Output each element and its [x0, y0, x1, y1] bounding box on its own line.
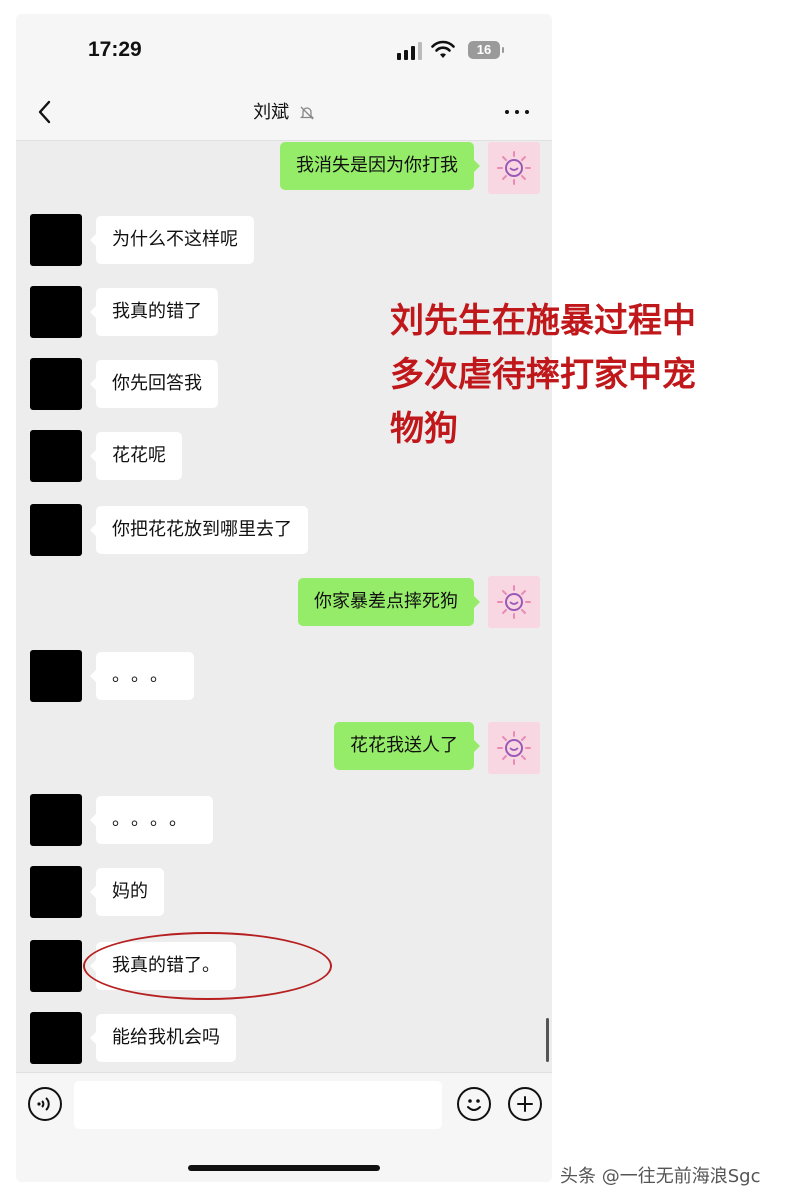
contact-avatar[interactable]	[30, 940, 82, 992]
annotation-line: 刘先生在施暴过程中	[390, 301, 696, 341]
home-indicator	[188, 1165, 380, 1171]
sun-avatar-icon[interactable]	[488, 142, 540, 194]
annotation-line: 物狗	[390, 409, 458, 449]
contact-avatar[interactable]	[30, 214, 82, 266]
contact-avatar[interactable]	[30, 358, 82, 410]
cellular-signal-icon	[397, 42, 423, 60]
message-bubble-out[interactable]: 我消失是因为你打我	[280, 142, 480, 190]
message-bubble-in[interactable]: 你把花花放到哪里去了	[90, 506, 308, 554]
emoji-icon[interactable]	[457, 1087, 491, 1121]
status-time: 17:29	[88, 38, 142, 61]
status-bar: 17:29 16	[16, 14, 552, 84]
wifi-icon	[431, 40, 455, 58]
annotation-line: 多次虐待摔打家中宠	[390, 355, 696, 395]
scrollbar[interactable]	[546, 1018, 549, 1062]
message-bubble-in[interactable]: 我真的错了	[90, 288, 218, 336]
add-attachment-icon[interactable]	[508, 1087, 542, 1121]
message-bubble-in[interactable]: 。。。	[90, 652, 194, 700]
sun-avatar-icon[interactable]	[488, 722, 540, 774]
chat-title: 刘斌	[253, 102, 290, 123]
chat-title-wrap: 刘斌	[16, 98, 552, 124]
contact-avatar[interactable]	[30, 866, 82, 918]
battery-icon: 16	[468, 41, 504, 59]
battery-level: 16	[476, 42, 492, 57]
contact-avatar[interactable]	[30, 1012, 82, 1064]
message-bubble-in[interactable]: 花花呢	[90, 432, 182, 480]
contact-avatar[interactable]	[30, 286, 82, 338]
mute-bell-icon	[299, 106, 314, 120]
sun-avatar-icon[interactable]	[488, 576, 540, 628]
chat-header: 刘斌	[16, 84, 552, 141]
voice-input-icon[interactable]	[28, 1087, 62, 1121]
chat-screen: 17:29 16 刘斌 我消失是因为你打我 为什么不这样呢 我真的错了 你先回答…	[16, 14, 552, 1182]
watermark: 头条 @一往无前海浪Sgc	[560, 1166, 761, 1187]
more-options-icon[interactable]	[502, 100, 532, 124]
contact-avatar[interactable]	[30, 794, 82, 846]
contact-avatar[interactable]	[30, 430, 82, 482]
message-bubble-in[interactable]: 。。。。	[90, 796, 213, 844]
annotation-text: 刘先生在施暴过程中 多次虐待摔打家中宠 物狗	[390, 294, 760, 456]
message-bubble-out[interactable]: 花花我送人了	[334, 722, 480, 770]
input-bar	[16, 1072, 552, 1182]
message-bubble-in[interactable]: 能给我机会吗	[90, 1014, 236, 1062]
message-bubble-out[interactable]: 你家暴差点摔死狗	[298, 578, 480, 626]
contact-avatar[interactable]	[30, 650, 82, 702]
contact-avatar[interactable]	[30, 504, 82, 556]
message-bubble-in[interactable]: 为什么不这样呢	[90, 216, 254, 264]
message-input[interactable]	[74, 1081, 442, 1129]
message-bubble-in[interactable]: 妈的	[90, 868, 164, 916]
highlight-circle	[83, 932, 332, 1000]
message-bubble-in[interactable]: 你先回答我	[90, 360, 218, 408]
